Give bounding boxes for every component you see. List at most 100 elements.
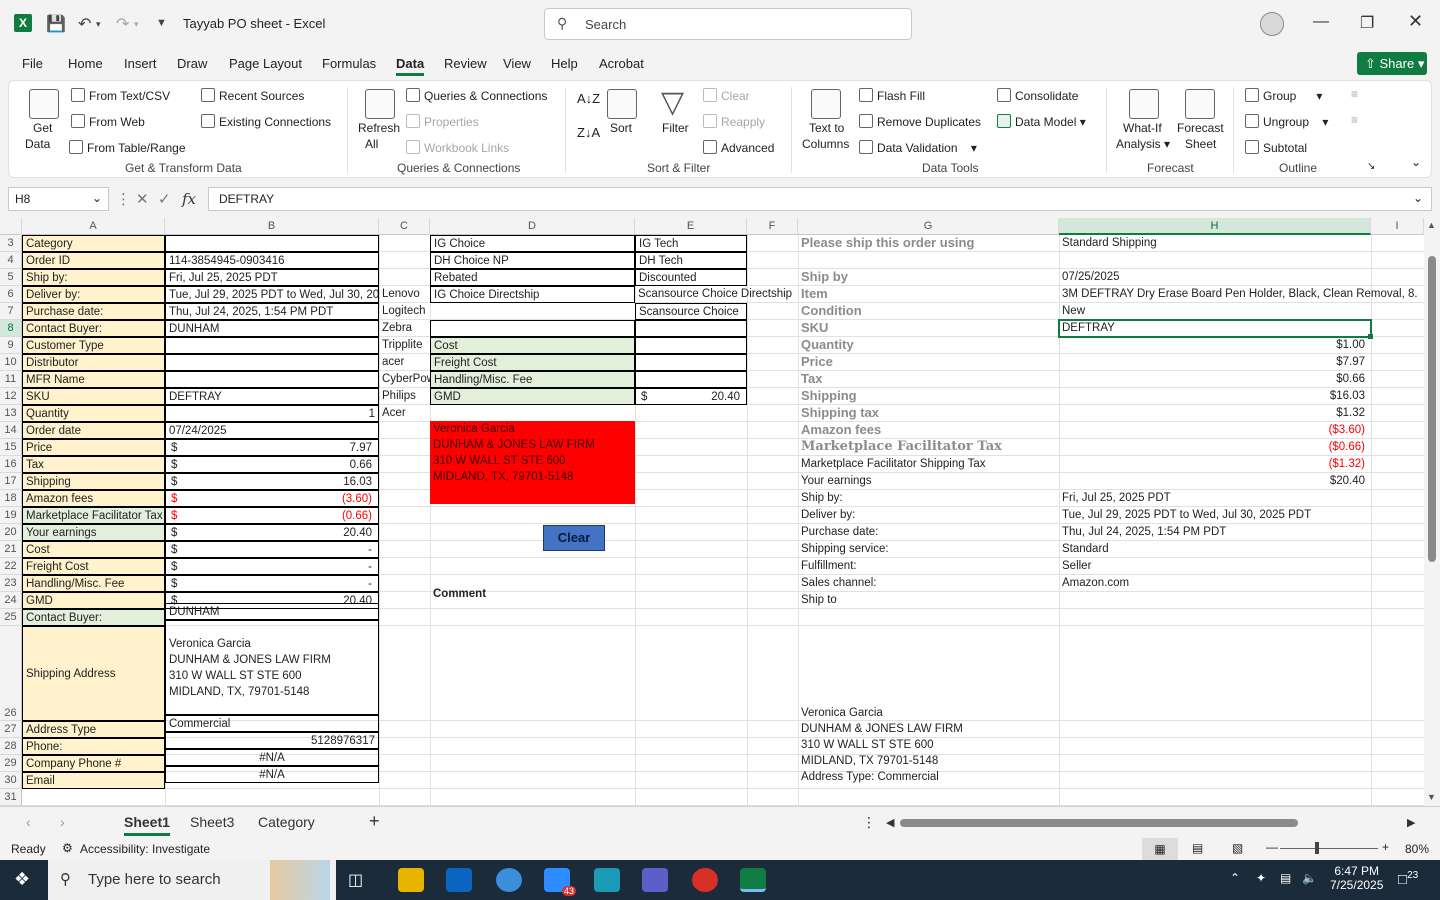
cell-a29[interactable]: Company Phone #	[22, 755, 165, 772]
row-header-28[interactable]: 28	[0, 738, 22, 755]
cell-d11[interactable]: Handling/Misc. Fee	[430, 371, 635, 388]
from-table-range-button[interactable]: From Table/Range	[69, 140, 186, 155]
volume-icon[interactable]: 🔈	[1302, 871, 1317, 885]
cell-a10[interactable]: Distributor	[22, 354, 165, 371]
cell-g11[interactable]: Tax	[798, 371, 1059, 388]
cell-a9[interactable]: Customer Type	[22, 337, 165, 354]
cell-g5[interactable]: Ship by	[798, 269, 1059, 286]
cell-h22[interactable]: Seller	[1059, 558, 1371, 575]
scroll-down-icon[interactable]: ▼	[1427, 792, 1436, 802]
cell-a3[interactable]: Category	[22, 235, 165, 252]
cell-b14[interactable]: 07/24/2025	[165, 422, 379, 439]
row-header-21[interactable]: 21	[0, 541, 22, 558]
cell-b26-shipping-address[interactable]: Veronica Garcia DUNHAM & JONES LAW FIRM …	[165, 620, 379, 715]
cell-c10[interactable]: acer	[379, 354, 430, 371]
cell-c11[interactable]: CyberPower	[379, 371, 430, 388]
queries-connections-button[interactable]: Queries & Connections	[406, 88, 547, 103]
tab-home[interactable]: Home	[68, 56, 103, 71]
accessibility-status[interactable]: Accessibility: Investigate	[80, 842, 210, 856]
row-header-20[interactable]: 20	[0, 524, 22, 541]
select-all-corner[interactable]	[0, 218, 22, 235]
minimize-icon[interactable]: —	[1313, 13, 1329, 31]
vertical-scroll-thumb[interactable]	[1428, 256, 1436, 562]
tab-help[interactable]: Help	[551, 56, 578, 71]
cell-a27[interactable]: Address Type	[22, 721, 165, 738]
cell-b27[interactable]: Commercial	[165, 715, 379, 732]
from-text-csv-button[interactable]: From Text/CSV	[71, 88, 170, 103]
row-header-7[interactable]: 7	[0, 303, 22, 320]
customize-toolbar-icon[interactable]: ▼	[156, 17, 167, 29]
cell-b17[interactable]: $16.03	[165, 473, 379, 490]
horizontal-scroll-thumb[interactable]	[900, 819, 1298, 827]
subtotal-button[interactable]: Subtotal	[1245, 140, 1307, 155]
sheet-tab-category[interactable]: Category	[258, 814, 315, 830]
row-header-12[interactable]: 12	[0, 388, 22, 405]
tab-review[interactable]: Review	[444, 56, 487, 71]
ship-to-addr1[interactable]: Veronica Garcia	[798, 705, 1059, 721]
cell-h17[interactable]: $20.40	[1059, 473, 1371, 490]
cell-b16[interactable]: $0.66	[165, 456, 379, 473]
cell-h5[interactable]: 07/25/2025	[1059, 269, 1371, 286]
cell-b19[interactable]: $ (0.66)	[165, 507, 379, 524]
formula-input[interactable]: DEFTRAY ⌄	[208, 187, 1432, 211]
cell-g15[interactable]: Marketplace Facilitator Tax	[798, 439, 1059, 456]
cell-b6[interactable]: Tue, Jul 29, 2025 PDT to Wed, Jul 30, 20…	[165, 286, 379, 303]
tab-view[interactable]: View	[503, 56, 531, 71]
row-header-19[interactable]: 19	[0, 507, 22, 524]
taskbar-search-input[interactable]: ⚲ Type here to search	[48, 860, 336, 900]
cell-e4[interactable]: DH Tech	[635, 252, 747, 269]
column-header-h[interactable]: H	[1059, 218, 1371, 235]
cell-a14[interactable]: Order date	[22, 422, 165, 439]
row-header-17[interactable]: 17	[0, 473, 22, 490]
tray-app-icon[interactable]: ✦	[1256, 871, 1266, 885]
recent-sources-button[interactable]: Recent Sources	[201, 88, 304, 103]
data-model-button[interactable]: Data Model ▾	[997, 114, 1086, 129]
clock[interactable]: 6:47 PM 7/25/2025	[1330, 864, 1383, 892]
cell-g24[interactable]: Ship to	[798, 592, 1059, 609]
ship-to-addr4[interactable]: MIDLAND, TX 79701-5148	[798, 753, 1059, 769]
cell-a11[interactable]: MFR Name	[22, 371, 165, 388]
cell-d3[interactable]: IG Choice	[430, 235, 635, 252]
from-web-button[interactable]: From Web	[71, 114, 145, 129]
save-icon[interactable]: 💾	[46, 14, 66, 34]
cell-d5[interactable]: Rebated	[430, 269, 635, 286]
row-header-29[interactable]: 29	[0, 755, 22, 772]
zoom-slider[interactable]	[1280, 848, 1378, 849]
column-header-b[interactable]: B	[165, 218, 379, 235]
tray-overflow-icon[interactable]: ⌃	[1230, 871, 1240, 885]
cell-g6[interactable]: Item	[798, 286, 1059, 303]
flash-fill-button[interactable]: Flash Fill	[859, 88, 925, 103]
cell-d12[interactable]: GMD	[430, 388, 635, 405]
cell-b29[interactable]: #N/A	[165, 749, 379, 766]
close-icon[interactable]: ✕	[1408, 11, 1423, 32]
cell-g18[interactable]: Ship by:	[798, 490, 1059, 507]
column-header-d[interactable]: D	[430, 218, 635, 235]
cell-c13[interactable]: Acer	[379, 405, 430, 422]
row-header-27[interactable]: 27	[0, 721, 22, 738]
cell-h9[interactable]: $1.00	[1059, 337, 1371, 354]
cell-b20[interactable]: $20.40	[165, 524, 379, 541]
ship-to-addr-type[interactable]: Address Type: Commercial	[798, 769, 1059, 785]
cell-a20[interactable]: Your earnings	[22, 524, 165, 541]
cell-b22[interactable]: $ -	[165, 558, 379, 575]
text-to-columns-button[interactable]: Text to	[809, 121, 844, 135]
clear-button[interactable]: Clear	[543, 525, 605, 551]
selected-cell-h8[interactable]	[1058, 319, 1372, 338]
tab-acrobat[interactable]: Acrobat	[599, 56, 644, 71]
row-header-6[interactable]: 6	[0, 286, 22, 303]
outlook-icon[interactable]	[446, 868, 472, 892]
normal-view-icon[interactable]: ▦	[1142, 838, 1178, 860]
column-header-i[interactable]: I	[1371, 218, 1424, 235]
column-header-f[interactable]: F	[747, 218, 798, 235]
column-header-g[interactable]: G	[798, 218, 1059, 235]
cell-e5[interactable]: Discounted	[635, 269, 747, 286]
scroll-left-icon[interactable]: ◀	[886, 816, 894, 829]
cell-a25[interactable]: Contact Buyer:	[22, 609, 165, 626]
column-header-e[interactable]: E	[635, 218, 747, 235]
cell-a16[interactable]: Tax	[22, 456, 165, 473]
cell-d24-comment[interactable]: Comment	[430, 586, 635, 603]
fill-handle[interactable]	[1368, 334, 1373, 339]
cell-b3[interactable]	[165, 235, 379, 252]
zoom-slider-thumb[interactable]	[1315, 842, 1319, 854]
sheet-tab-sheet3[interactable]: Sheet3	[190, 814, 234, 830]
